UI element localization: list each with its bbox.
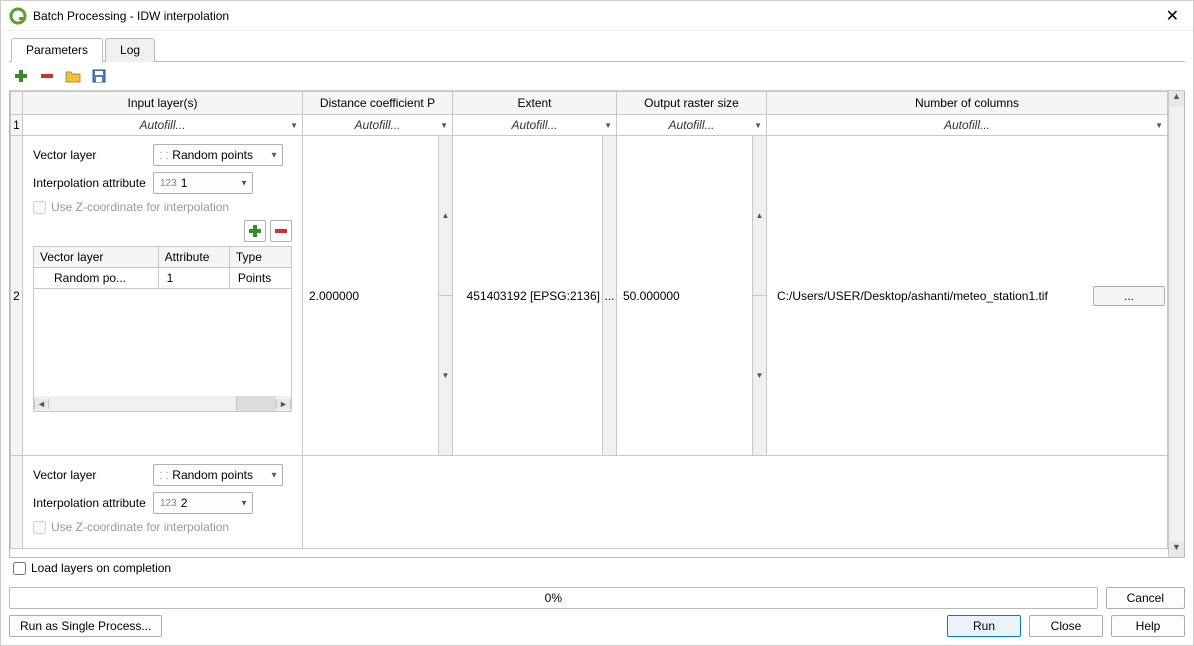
window-title: Batch Processing - IDW interpolation xyxy=(33,9,1160,23)
grid-vscrollbar[interactable]: ▲ ▼ xyxy=(1168,91,1184,557)
chevron-down-icon: ▼ xyxy=(1155,121,1163,130)
vector-layer-label: Vector layer xyxy=(33,148,153,162)
inner-hscrollbar[interactable]: ◄ ► xyxy=(33,396,292,412)
close-icon[interactable]: ✕ xyxy=(1160,6,1185,26)
row-num-2[interactable]: 2 xyxy=(11,136,23,456)
numeric-icon: 123 xyxy=(160,178,177,189)
spin-up-icon[interactable]: ▲ xyxy=(753,136,766,295)
tabbar: Parameters Log xyxy=(9,37,1185,62)
col-header-distance[interactable]: Distance coefficient P xyxy=(303,92,453,115)
remove-layer-button[interactable] xyxy=(270,220,292,242)
col-header-raster-size[interactable]: Output raster size xyxy=(617,92,767,115)
chevron-down-icon: ▼ xyxy=(240,179,248,188)
extent-cell[interactable]: 451403192 [EPSG:2136] xyxy=(453,136,603,456)
autofill-raster-size[interactable]: Autofill...▼ xyxy=(617,115,766,135)
load-layers-checkbox[interactable] xyxy=(13,562,26,575)
layers-table: Vector layer Attribute Type Random po...… xyxy=(33,246,292,396)
spin-up-icon[interactable]: ▲ xyxy=(439,136,452,295)
spin-down-icon[interactable]: ▼ xyxy=(439,295,452,455)
autofill-input-layer[interactable]: Autofill...▼ xyxy=(23,115,302,135)
add-row-button[interactable] xyxy=(11,66,31,86)
save-button[interactable] xyxy=(89,66,109,86)
use-z-label: Use Z-coordinate for interpolation xyxy=(51,200,229,214)
chevron-down-icon: ▼ xyxy=(240,499,248,508)
points-icon: ⸬ xyxy=(160,468,168,482)
distance-cell[interactable]: 2.000000 ▲▼ xyxy=(303,136,453,456)
vector-layer-combo-2[interactable]: ⸬ Random points ▼ xyxy=(153,464,283,486)
chevron-down-icon: ▼ xyxy=(754,121,762,130)
qgis-icon xyxy=(9,7,27,25)
chevron-down-icon: ▼ xyxy=(270,471,278,480)
titlebar: Batch Processing - IDW interpolation ✕ xyxy=(1,1,1193,31)
col-header-extent[interactable]: Extent xyxy=(453,92,617,115)
toolbar xyxy=(9,62,1185,91)
scroll-up-icon[interactable]: ▲ xyxy=(1169,91,1184,106)
use-z-checkbox-2 xyxy=(33,521,46,534)
chevron-down-icon: ▼ xyxy=(440,121,448,130)
tab-parameters[interactable]: Parameters xyxy=(11,38,103,62)
col-header-input-layer[interactable]: Input layer(s) xyxy=(23,92,303,115)
autofill-extent[interactable]: Autofill...▼ xyxy=(453,115,616,135)
output-path-cell[interactable]: C:/Users/USER/Desktop/ashanti/meteo_stat… xyxy=(767,136,1168,456)
use-z-checkbox xyxy=(33,201,46,214)
run-button[interactable]: Run xyxy=(947,615,1021,637)
distance-spinner[interactable]: ▲▼ xyxy=(438,136,452,455)
chevron-down-icon: ▼ xyxy=(270,151,278,160)
scroll-left-icon[interactable]: ◄ xyxy=(34,399,49,409)
inner-col-layer[interactable]: Vector layer xyxy=(34,247,159,268)
empty-cells xyxy=(303,456,1168,549)
chevron-down-icon: ▼ xyxy=(604,121,612,130)
corner-cell xyxy=(11,92,23,115)
interp-attr-label: Interpolation attribute xyxy=(33,176,153,190)
raster-size-cell[interactable]: 50.000000 ▲▼ xyxy=(617,136,767,456)
output-browse-button[interactable]: ... xyxy=(1093,286,1165,306)
scroll-down-icon[interactable]: ▼ xyxy=(1169,542,1184,557)
row-num-1[interactable]: 1 xyxy=(11,115,23,136)
tab-log[interactable]: Log xyxy=(105,38,155,62)
vector-layer-combo[interactable]: ⸬ Random points ▼ xyxy=(153,144,283,166)
table-row[interactable]: Random po... 1 Points xyxy=(34,268,292,289)
points-icon: ⸬ xyxy=(160,148,168,162)
raster-size-spinner[interactable]: ▲▼ xyxy=(752,136,766,455)
help-button[interactable]: Help xyxy=(1111,615,1185,637)
add-layer-button[interactable] xyxy=(244,220,266,242)
interp-attr-combo-2[interactable]: 123 2 ▼ xyxy=(153,492,253,514)
vector-layer-label: Vector layer xyxy=(33,468,153,482)
remove-row-button[interactable] xyxy=(37,66,57,86)
spin-down-icon[interactable]: ▼ xyxy=(753,295,766,455)
use-z-label: Use Z-coordinate for interpolation xyxy=(51,520,229,534)
numeric-icon: 123 xyxy=(160,498,177,509)
inner-col-type[interactable]: Type xyxy=(229,247,291,268)
interp-attr-label: Interpolation attribute xyxy=(33,496,153,510)
load-layers-label: Load layers on completion xyxy=(31,561,171,575)
open-button[interactable] xyxy=(63,66,83,86)
progress-bar: 0% xyxy=(9,587,1098,609)
col-header-num-columns[interactable]: Number of columns xyxy=(767,92,1168,115)
row-num-3[interactable] xyxy=(11,456,23,549)
extent-browse-button[interactable]: ... xyxy=(603,136,617,456)
run-single-button[interactable]: Run as Single Process... xyxy=(9,615,162,637)
chevron-down-icon: ▼ xyxy=(290,121,298,130)
batch-processing-window: Batch Processing - IDW interpolation ✕ P… xyxy=(0,0,1194,646)
autofill-num-cols[interactable]: Autofill...▼ xyxy=(767,115,1167,135)
inner-col-attr[interactable]: Attribute xyxy=(158,247,229,268)
scroll-right-icon[interactable]: ► xyxy=(276,399,291,409)
scroll-thumb[interactable] xyxy=(236,396,276,411)
interp-attr-combo[interactable]: 123 1 ▼ xyxy=(153,172,253,194)
parameters-grid: Input layer(s) Distance coefficient P Ex… xyxy=(9,91,1185,558)
close-button[interactable]: Close xyxy=(1029,615,1103,637)
input-layer-cell-2: Vector layer ⸬ Random points ▼ Interpola… xyxy=(23,456,303,549)
input-layer-cell-1: Vector layer ⸬ Random points ▼ Interpola… xyxy=(23,136,303,456)
autofill-distance[interactable]: Autofill...▼ xyxy=(303,115,452,135)
cancel-button[interactable]: Cancel xyxy=(1106,587,1185,609)
